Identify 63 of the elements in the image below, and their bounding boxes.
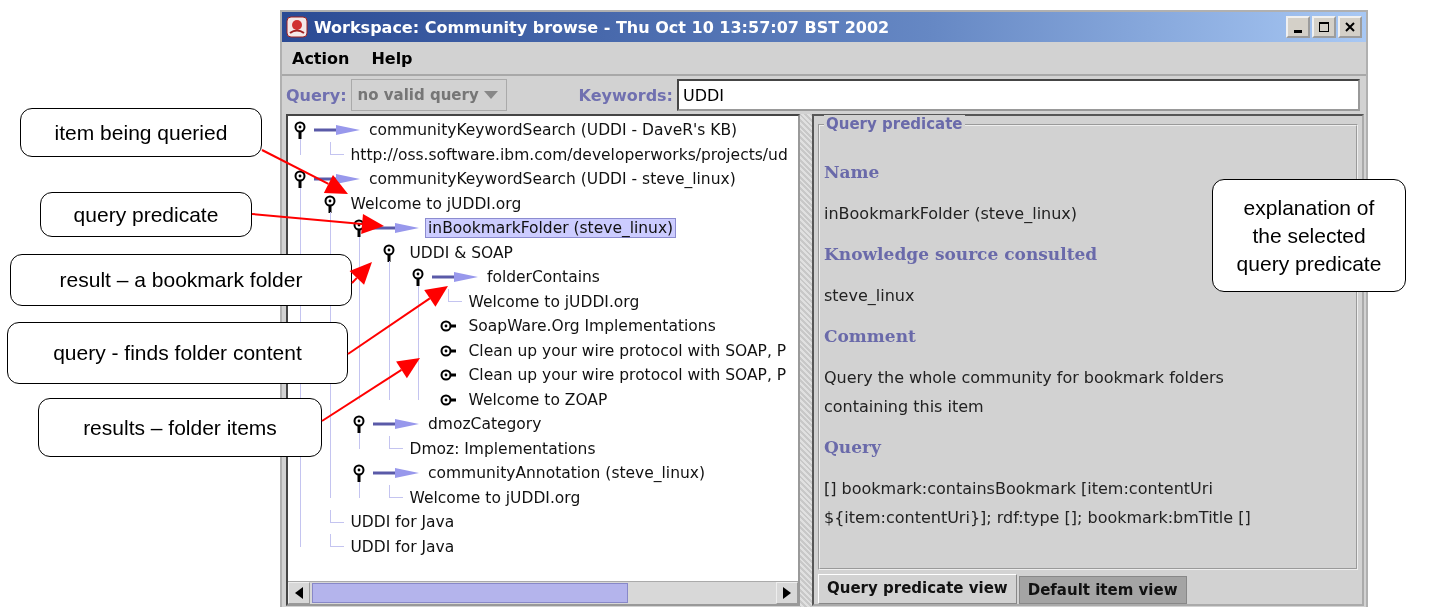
expanded-node-icon[interactable] <box>351 414 367 435</box>
tree-item[interactable]: communityAnnotation (steve_linux) <box>425 463 708 484</box>
tree-item[interactable]: SoapWare.Org Implementations <box>465 316 719 337</box>
horizontal-scrollbar[interactable] <box>288 581 798 604</box>
tree-item[interactable]: communityKeywordSearch (UDDI - DaveR's KB) <box>366 120 741 141</box>
tree-item[interactable]: folderContains <box>484 267 603 288</box>
section-heading: Knowledge source consulted <box>824 243 1098 266</box>
minimize-button[interactable] <box>1286 16 1310 38</box>
section-heading: Name <box>824 161 880 184</box>
callout: results – folder items <box>38 398 322 457</box>
caret-icon <box>483 91 498 99</box>
section-text: inBookmarkFolder (steve_linux) <box>824 203 1078 225</box>
tree-item[interactable]: Welcome to ZOAP <box>465 389 611 410</box>
expanded-node-icon[interactable] <box>292 169 308 190</box>
tree-item[interactable]: Welcome to jUDDI.org <box>465 291 643 312</box>
section-text: steve_linux <box>824 285 915 307</box>
close-icon <box>1344 21 1356 33</box>
tree-item[interactable]: UDDI for Java <box>347 512 458 533</box>
tree-item[interactable]: http://oss.software.ibm.com/developerworks/projects/ud <box>347 144 791 165</box>
scroll-right-icon[interactable] <box>783 587 791 599</box>
window-title: Workspace: Community browse - Thu Oct 10 13:57:07 BST 2002 <box>314 17 890 37</box>
arrow-icon <box>373 222 419 235</box>
arrow-icon <box>314 124 360 137</box>
tree-item[interactable]: dmozCategory <box>425 414 545 435</box>
callout: query - finds folder content <box>7 322 348 384</box>
section-heading: Comment <box>824 325 916 348</box>
maximize-icon <box>1318 21 1330 33</box>
tree-item[interactable]: Clean up your wire protocol with SOAP, P <box>465 340 790 361</box>
arrow-icon <box>432 271 478 284</box>
tab[interactable]: Default item view <box>1018 576 1187 604</box>
menu-item[interactable]: Help <box>371 48 413 68</box>
callout: query predicate <box>40 192 252 237</box>
arrow-icon <box>373 418 419 431</box>
scroll-left-icon[interactable] <box>295 587 303 599</box>
callout: explanation of the selected query predicate <box>1212 179 1406 292</box>
expanded-node-icon[interactable] <box>351 463 367 484</box>
callout: result – a bookmark folder <box>10 254 352 306</box>
menu-item[interactable]: Action <box>292 48 350 68</box>
tree-item[interactable]: inBookmarkFolder (steve_linux) <box>425 218 677 239</box>
section-heading: Query <box>824 436 881 459</box>
maximize-button[interactable] <box>1312 16 1336 38</box>
expanded-node-icon[interactable] <box>292 120 308 141</box>
close-button[interactable] <box>1338 16 1362 38</box>
section-text: [] bookmark:containsBookmark [item:contentUri ${item:contentUri}]; rdf:type []; bookmark:bmTitle [] <box>824 478 1252 529</box>
tree-item[interactable]: Dmoz: Implementations <box>406 438 599 459</box>
tree-item[interactable]: communityKeywordSearch (UDDI - steve_linux) <box>366 169 739 190</box>
tree-item[interactable]: Clean up your wire protocol with SOAP, P <box>465 365 790 386</box>
tree-item[interactable]: UDDI & SOAP <box>406 242 516 263</box>
keywords-field[interactable]: UDDI <box>677 79 1360 111</box>
callout: item being queried <box>20 108 262 157</box>
tree-item[interactable]: Welcome to jUDDI.org <box>406 487 584 508</box>
query-label: Query: <box>286 85 347 105</box>
tree-item[interactable]: UDDI for Java <box>347 536 458 557</box>
arrow-icon <box>314 173 360 186</box>
section-text: Query the whole community for bookmark folders containing this item <box>824 367 1225 418</box>
tree-item[interactable]: Welcome to jUDDI.org <box>347 193 525 214</box>
group-title: Query predicate <box>824 115 965 133</box>
tab[interactable]: Query predicate view <box>818 574 1017 604</box>
minimize-icon <box>1294 30 1302 33</box>
expanded-node-icon[interactable] <box>410 267 426 288</box>
app-icon <box>286 16 308 38</box>
arrow-icon <box>373 467 419 480</box>
keywords-label: Keywords: <box>578 85 673 105</box>
